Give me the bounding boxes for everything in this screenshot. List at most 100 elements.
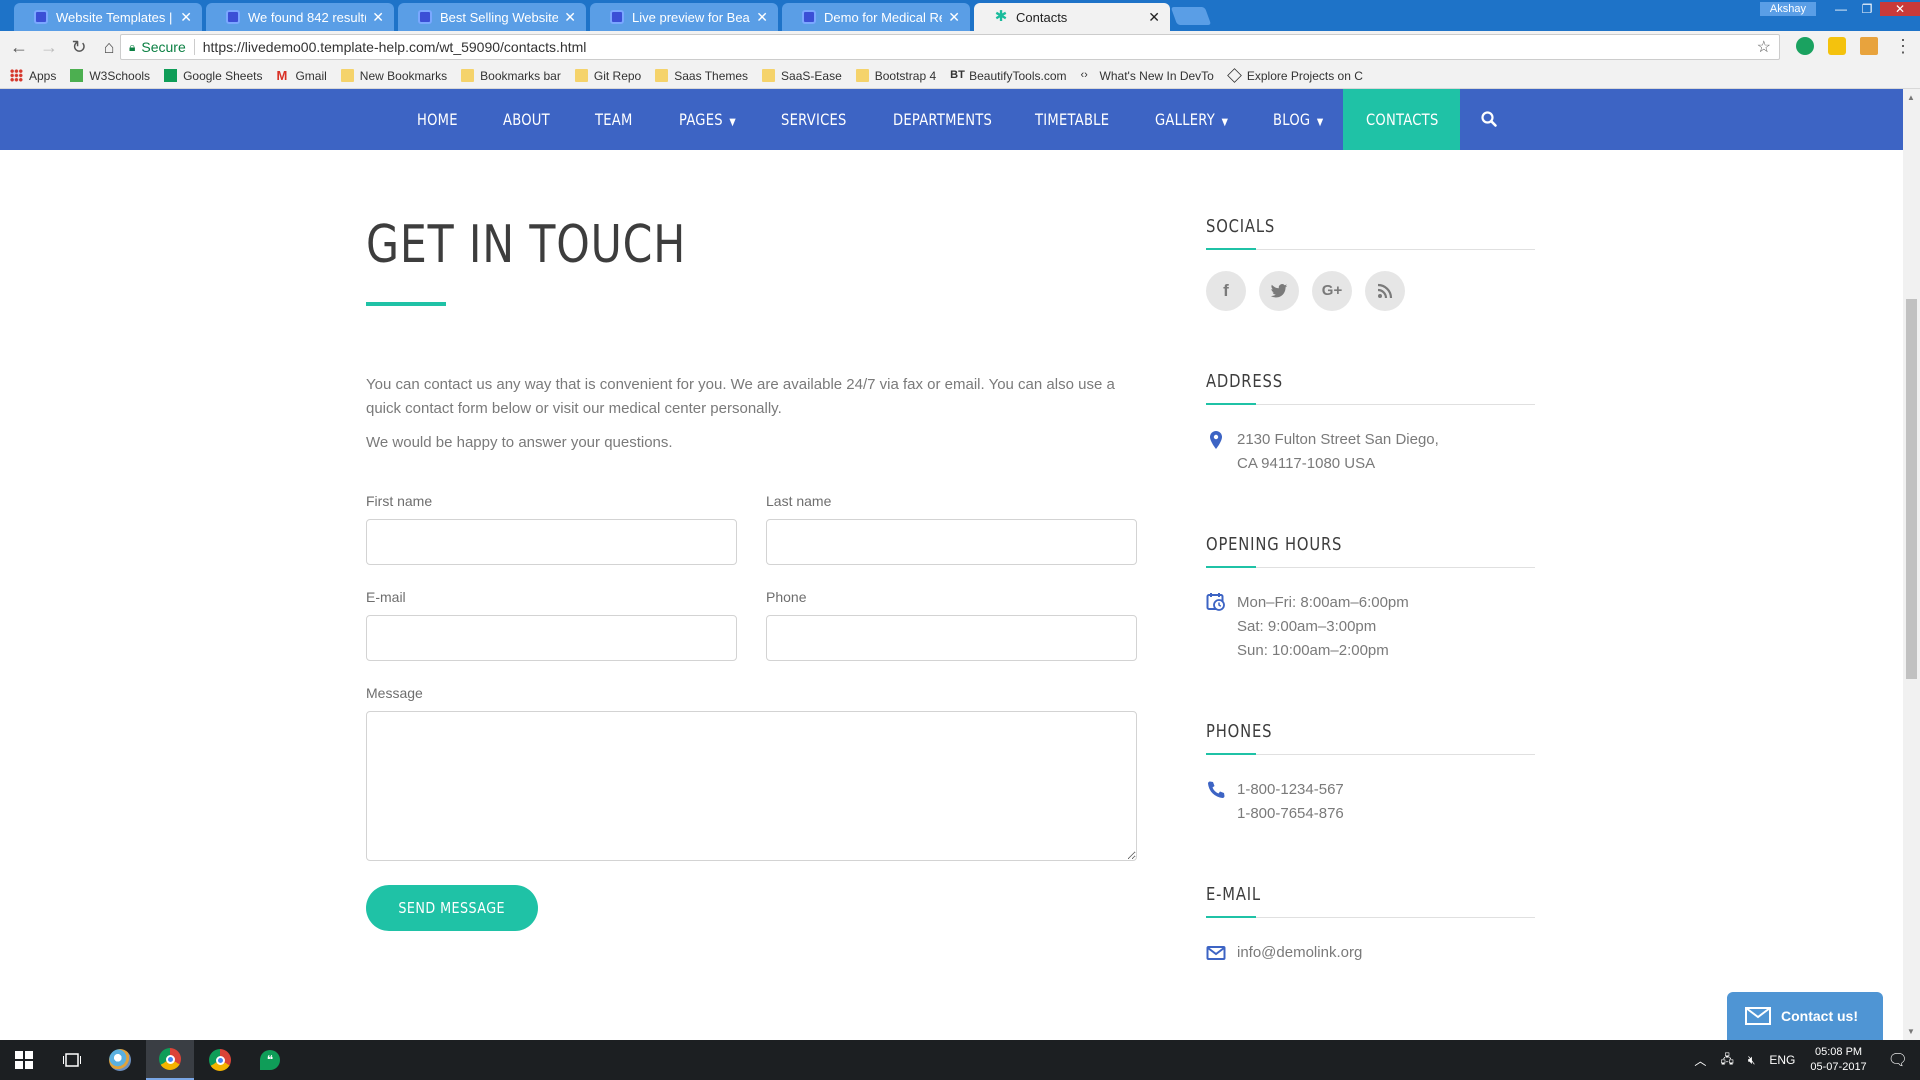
facebook-icon[interactable]: f [1206, 271, 1246, 311]
bookmark-google-sheets[interactable]: Google Sheets [164, 69, 262, 83]
volume-mute-icon[interactable]: 🔇︎ [1748, 1053, 1756, 1068]
hours-line: Mon–Fri: 8:00am–6:00pm [1237, 594, 1409, 611]
close-tab-icon[interactable]: ✕ [1148, 9, 1160, 26]
browser-tab[interactable]: Live preview for Beauty F ✕ [590, 3, 778, 31]
message-label: Message [366, 685, 423, 701]
close-window-icon[interactable]: ✕ [1880, 2, 1920, 16]
last-name-field[interactable] [766, 519, 1137, 565]
first-name-field[interactable] [366, 519, 737, 565]
forward-arrow-icon[interactable]: → [34, 37, 64, 58]
chevron-up-icon[interactable]: ︿ [1694, 1052, 1706, 1069]
tab-title: Live preview for Beauty F [632, 9, 750, 25]
message-textarea[interactable] [366, 711, 1137, 861]
contact-us-widget[interactable]: Contact us! [1727, 992, 1883, 1040]
phone-number[interactable]: 1-800-7654-876 [1237, 802, 1344, 826]
bookmark-apps[interactable]: Apps [10, 69, 56, 83]
google-plus-icon[interactable]: G+ [1312, 271, 1352, 311]
bookmark-folder[interactable]: Bootstrap 4 [855, 69, 936, 83]
restore-icon[interactable]: ❐ [1854, 2, 1880, 16]
nav-services[interactable]: SERVICES [781, 89, 847, 150]
phone-icon [1208, 781, 1225, 798]
minimize-icon[interactable]: — [1828, 2, 1854, 16]
nav-team[interactable]: TEAM [595, 89, 633, 150]
extension-icon[interactable] [1860, 37, 1878, 55]
close-tab-icon[interactable]: ✕ [948, 9, 960, 26]
chrome-taskbar-icon[interactable] [146, 1040, 194, 1080]
nav-contacts[interactable]: CONTACTS [1366, 89, 1439, 150]
nav-label: HOME [417, 110, 458, 129]
language-indicator[interactable]: ENG [1769, 1053, 1795, 1067]
browser-tab[interactable]: We found 842 result(s) ✕ [206, 3, 394, 31]
section-rule [1206, 248, 1535, 250]
bookmark-folder[interactable]: Bookmarks bar [461, 69, 561, 83]
bookmark-codepen[interactable]: Explore Projects on C [1226, 68, 1363, 83]
email-link[interactable]: info@demolink.org [1237, 941, 1362, 965]
bookmark-w3schools[interactable]: W3Schools [70, 69, 150, 83]
browser-tab[interactable]: Best Selling Website Tem ✕ [398, 3, 586, 31]
browser-tab-active[interactable]: ✱ Contacts ✕ [974, 3, 1170, 31]
close-tab-icon[interactable]: ✕ [372, 9, 384, 26]
folder-icon [855, 69, 869, 82]
close-tab-icon[interactable]: ✕ [564, 9, 576, 26]
rss-icon[interactable] [1365, 271, 1405, 311]
clock[interactable]: 05:08 PM 05-07-2017 [1810, 1045, 1866, 1075]
bookmark-folder[interactable]: New Bookmarks [340, 68, 448, 83]
map-pin-icon [1210, 431, 1222, 449]
email-field[interactable] [366, 615, 737, 661]
search-icon[interactable] [1480, 110, 1498, 128]
scroll-down-icon[interactable]: ▼ [1907, 1027, 1915, 1036]
twitter-icon[interactable] [1259, 271, 1299, 311]
url-text[interactable]: https://livedemo00.template-help.com/wt_… [203, 39, 587, 55]
network-icon[interactable]: 🖧︎ [1720, 1050, 1733, 1071]
bookmark-label: Apps [29, 68, 57, 83]
bookmark-folder[interactable]: Saas Themes [655, 69, 748, 83]
bookmark-folder[interactable]: SaaS-Ease [762, 69, 842, 83]
scrollbar-thumb[interactable] [1906, 299, 1917, 679]
send-message-button[interactable]: SEND MESSAGE [366, 885, 538, 931]
bookmark-star-icon[interactable]: ☆ [1757, 37, 1771, 57]
bookmark-devtools[interactable]: ‹› What's New In DevTo [1081, 69, 1214, 83]
browser-tab[interactable]: Demo for Medical Respo ✕ [782, 3, 970, 31]
bookmark-label: New Bookmarks [359, 68, 448, 83]
sheets-icon [164, 69, 178, 82]
reload-icon[interactable]: ↻ [64, 37, 94, 58]
bookmark-beautifytools[interactable]: BT BeautifyTools.com [950, 69, 1066, 83]
hours-line: Sun: 10:00am–2:00pm [1237, 642, 1389, 659]
nav-blog[interactable]: BLOG ▼ [1273, 89, 1323, 150]
bookmark-label: BeautifyTools.com [969, 68, 1067, 83]
bookmark-folder[interactable]: Git Repo [574, 69, 641, 83]
windows-start-icon[interactable] [0, 1040, 48, 1080]
back-arrow-icon[interactable]: ← [4, 37, 34, 58]
address-bar[interactable]: 🔒︎ Secure https://livedemo00.template-he… [120, 34, 1780, 60]
title-underline [366, 302, 446, 306]
tab-title: Demo for Medical Respo [824, 9, 942, 25]
chevron-down-icon: ▼ [1316, 117, 1324, 128]
nav-pages[interactable]: PAGES ▼ [679, 89, 736, 150]
phone-field[interactable] [766, 615, 1137, 661]
nav-home[interactable]: HOME [417, 89, 458, 150]
browser-tab[interactable]: Website Templates | Web ✕ [14, 3, 202, 31]
paint-app-icon[interactable] [96, 1040, 144, 1080]
phone-number[interactable]: 1-800-1234-567 [1237, 778, 1344, 802]
nav-gallery[interactable]: GALLERY ▼ [1155, 89, 1228, 150]
close-tab-icon[interactable]: ✕ [180, 9, 192, 26]
scroll-up-icon[interactable]: ▲ [1907, 93, 1915, 102]
page-scrollbar[interactable]: ▲ ▼ [1903, 89, 1920, 1040]
new-tab-button[interactable] [1170, 7, 1212, 25]
nav-label: PAGES [679, 110, 723, 129]
profile-name[interactable]: Akshay [1759, 2, 1816, 16]
action-center-icon[interactable]: 🗨︎ [1888, 1050, 1908, 1070]
nav-about[interactable]: ABOUT [503, 89, 550, 150]
hangouts-icon[interactable]: ❝ [246, 1040, 294, 1080]
chrome-menu-icon[interactable]: ⋮ [1894, 36, 1912, 57]
extension-icon[interactable] [1796, 37, 1814, 55]
tab-title: Best Selling Website Tem [440, 9, 559, 25]
nav-departments[interactable]: DEPARTMENTS [893, 89, 992, 150]
bookmark-gmail[interactable]: M Gmail [276, 69, 326, 83]
close-tab-icon[interactable]: ✕ [756, 9, 768, 26]
nav-timetable[interactable]: TIMETABLE [1035, 89, 1109, 150]
chrome-taskbar-icon[interactable] [196, 1040, 244, 1080]
extension-icon[interactable] [1828, 37, 1846, 55]
task-view-icon[interactable] [48, 1040, 96, 1080]
last-name-label: Last name [766, 493, 832, 509]
